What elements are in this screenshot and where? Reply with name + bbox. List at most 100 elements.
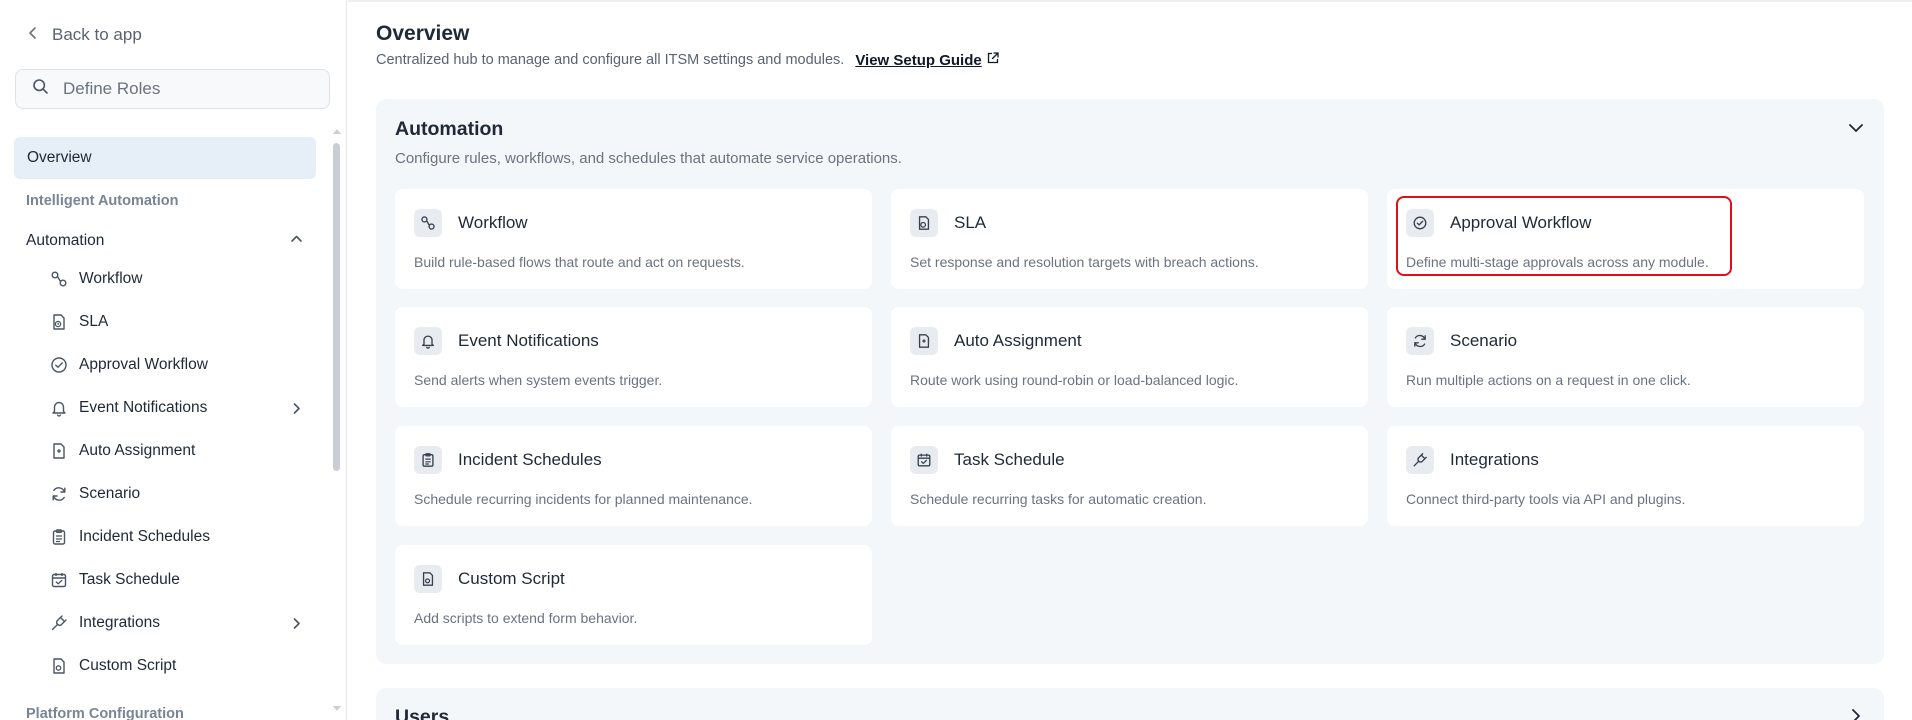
card-integrations[interactable]: Integrations Connect third-party tools v…: [1387, 426, 1864, 526]
card-description: Define multi-stage approvals across any …: [1406, 254, 1709, 270]
sla-icon: [910, 209, 938, 237]
chevron-right-icon[interactable]: [289, 401, 304, 416]
check-circle-icon: [1406, 209, 1434, 237]
nav-item-sla[interactable]: SLA: [50, 308, 304, 336]
search-input[interactable]: [63, 79, 303, 99]
check-circle-icon: [50, 356, 68, 374]
card-description: Schedule recurring tasks for automatic c…: [910, 491, 1207, 507]
card-title: Scenario: [1450, 331, 1518, 350]
card-title: SLA: [954, 213, 987, 232]
card-auto-assignment[interactable]: Auto Assignment Route work using round-r…: [891, 307, 1368, 407]
refresh-icon: [50, 485, 68, 503]
automation-panel: Automation Configure rules, workflows, a…: [376, 99, 1884, 664]
card-title: Approval Workflow: [1450, 213, 1592, 232]
card-description: Route work using round-robin or load-bal…: [910, 372, 1239, 388]
script-icon: [414, 565, 442, 593]
refresh-icon: [1406, 327, 1434, 355]
auto-assign-icon: [910, 327, 938, 355]
page-title: Overview: [376, 22, 470, 45]
sla-icon: [50, 313, 68, 331]
nav-item-label: Integrations: [79, 614, 160, 631]
sidebar-scrollbar[interactable]: [332, 127, 341, 711]
card-incident-schedules[interactable]: Incident Schedules Schedule recurring in…: [395, 426, 872, 526]
card-title: Workflow: [458, 213, 528, 232]
card-description: Send alerts when system events trigger.: [414, 372, 663, 388]
nav-section-platform-configuration: Platform Configuration: [26, 706, 184, 720]
automation-panel-subtitle: Configure rules, workflows, and schedule…: [395, 150, 902, 167]
nav-item-integrations[interactable]: Integrations: [50, 609, 304, 637]
users-panel[interactable]: Users: [376, 688, 1884, 720]
nav-item-label: Custom Script: [79, 657, 177, 674]
nav-group-automation[interactable]: Automation: [26, 229, 304, 253]
external-link-icon: [986, 51, 1000, 69]
nav-item-approval-workflow[interactable]: Approval Workflow: [50, 351, 304, 379]
back-to-app-label: Back to app: [52, 25, 142, 44]
auto-assign-icon: [50, 442, 68, 460]
chevron-right-icon[interactable]: [289, 616, 304, 631]
calendar-check-icon: [910, 446, 938, 474]
card-scenario[interactable]: Scenario Run multiple actions on a reque…: [1387, 307, 1864, 407]
card-title: Custom Script: [458, 569, 565, 588]
calendar-check-icon: [50, 571, 68, 589]
clipboard-icon: [414, 446, 442, 474]
card-approval-workflow[interactable]: Approval Workflow Define multi-stage app…: [1387, 189, 1864, 289]
nav-item-label: Event Notifications: [79, 399, 208, 416]
card-description: Set response and resolution targets with…: [910, 254, 1259, 270]
search-icon: [32, 78, 49, 100]
plug-icon: [1406, 446, 1434, 474]
nav-item-label: Approval Workflow: [79, 356, 208, 373]
script-icon: [50, 657, 68, 675]
card-title: Event Notifications: [458, 331, 599, 350]
main-content: Overview Centralized hub to manage and c…: [348, 0, 1912, 720]
chevron-down-icon[interactable]: [1846, 118, 1866, 138]
chevron-right-icon[interactable]: [1846, 706, 1866, 720]
nav-section-intelligent-automation: Intelligent Automation: [26, 193, 179, 209]
card-title: Integrations: [1450, 450, 1539, 469]
card-sla[interactable]: SLA Set response and resolution targets …: [891, 189, 1368, 289]
top-divider: [348, 0, 1912, 2]
nav-item-auto-assignment[interactable]: Auto Assignment: [50, 437, 304, 465]
sidebar: Back to app Overview Intelligent Automat…: [0, 0, 347, 720]
card-workflow[interactable]: Workflow Build rule-based flows that rou…: [395, 189, 872, 289]
back-to-app-link[interactable]: Back to app: [26, 22, 142, 48]
chevron-up-icon: [289, 231, 304, 251]
card-description: Add scripts to extend form behavior.: [414, 610, 638, 626]
workflow-icon: [50, 270, 68, 288]
workflow-icon: [414, 209, 442, 237]
card-title: Auto Assignment: [954, 331, 1082, 350]
card-description: Run multiple actions on a request in one…: [1406, 372, 1691, 388]
nav-item-label: Workflow: [79, 270, 143, 287]
card-custom-script[interactable]: Custom Script Add scripts to extend form…: [395, 545, 872, 645]
card-description: Connect third-party tools via API and pl…: [1406, 491, 1686, 507]
nav-item-label: Task Schedule: [79, 571, 180, 588]
card-title: Task Schedule: [954, 450, 1065, 469]
card-task-schedule[interactable]: Task Schedule Schedule recurring tasks f…: [891, 426, 1368, 526]
automation-panel-title: Automation: [395, 118, 504, 140]
page-subtitle-text: Centralized hub to manage and configure …: [376, 52, 845, 68]
bell-icon: [414, 327, 442, 355]
nav-group-label: Automation: [26, 232, 105, 249]
nav-item-scenario[interactable]: Scenario: [50, 480, 304, 508]
nav-item-label: Scenario: [79, 485, 141, 502]
search-box[interactable]: [15, 69, 330, 109]
card-description: Build rule-based flows that route and ac…: [414, 254, 745, 270]
scrollbar-thumb[interactable]: [333, 143, 340, 471]
card-event-notifications[interactable]: Event Notifications Send alerts when sys…: [395, 307, 872, 407]
chevron-left-icon: [26, 25, 40, 45]
plug-icon: [50, 614, 68, 632]
bell-icon: [50, 399, 68, 417]
nav-item-label: Auto Assignment: [79, 442, 196, 459]
clipboard-icon: [50, 528, 68, 546]
scroll-down-arrow[interactable]: [333, 706, 341, 711]
nav-item-overview[interactable]: Overview: [14, 137, 316, 179]
page-subtitle: Centralized hub to manage and configure …: [376, 51, 1000, 69]
scroll-up-arrow[interactable]: [333, 129, 341, 134]
view-setup-guide-link[interactable]: View Setup Guide: [855, 51, 999, 69]
nav-item-incident-schedules[interactable]: Incident Schedules: [50, 523, 304, 551]
nav-item-task-schedule[interactable]: Task Schedule: [50, 566, 304, 594]
nav-item-workflow[interactable]: Workflow: [50, 265, 304, 293]
nav-item-label: Incident Schedules: [79, 528, 210, 545]
nav-item-event-notifications[interactable]: Event Notifications: [50, 394, 304, 422]
nav-item-custom-script[interactable]: Custom Script: [50, 652, 304, 680]
nav-item-label: SLA: [79, 313, 109, 330]
